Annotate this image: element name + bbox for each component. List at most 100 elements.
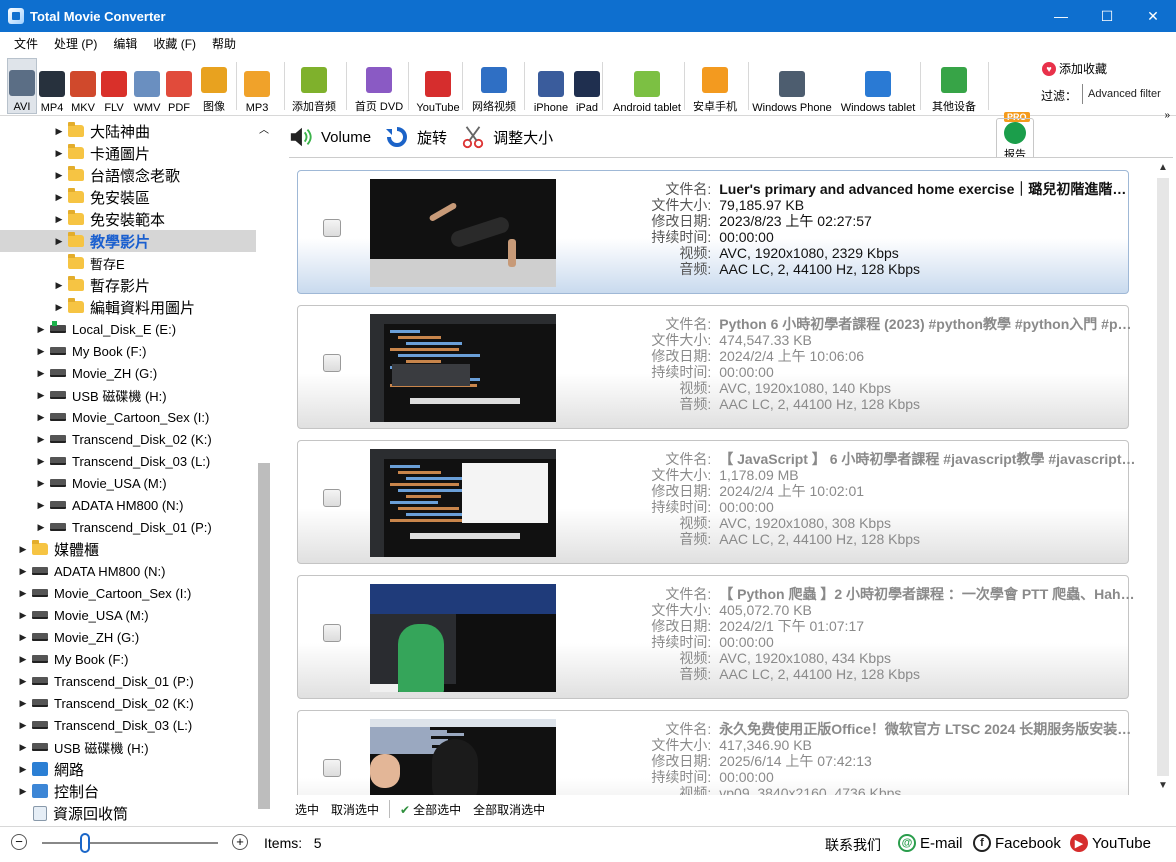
minimize-button[interactable]: — xyxy=(1038,0,1084,32)
file-card[interactable]: 文件名: Python 6 小時初學者課程 (2023) #python教學 #p… xyxy=(297,305,1136,429)
toolbar-iphone-button[interactable]: iPhone xyxy=(530,58,572,114)
file-card[interactable]: 文件名: 【 JavaScript 】 6 小時初學者課程 #javascript… xyxy=(297,440,1136,564)
menu-process[interactable]: 处理 (P) xyxy=(46,35,105,52)
expand-arrow-icon[interactable]: ▶ xyxy=(54,302,64,313)
toolbar-pdf-button[interactable]: PDF xyxy=(164,58,194,114)
expand-arrow-icon[interactable]: ▶ xyxy=(36,434,46,445)
tree-item[interactable]: ▶ Movie_USA (M:) xyxy=(0,472,167,494)
expand-arrow-icon[interactable]: ▶ xyxy=(18,764,28,775)
toolbar-dvd-button[interactable]: 首页 DVD xyxy=(350,58,408,114)
tree-item[interactable]: ▶ Movie_USA (M:) xyxy=(0,604,149,626)
tree-item[interactable]: ▶ 台語懷念老歌 xyxy=(0,164,180,186)
expand-arrow-icon[interactable]: ▶ xyxy=(54,170,64,181)
menu-edit[interactable]: 编辑 xyxy=(105,35,145,52)
file-card[interactable]: 文件名: 永久免费使用正版Office！微软官方 LTSC 2024 长期服务版安… xyxy=(297,710,1136,795)
toolbar-ipad-button[interactable]: iPad xyxy=(572,58,602,114)
expand-arrow-icon[interactable]: ▶ xyxy=(36,390,46,401)
zoom-slider-thumb[interactable] xyxy=(80,833,90,853)
tree-item[interactable]: ▶ 教學影片 xyxy=(0,230,256,252)
toolbar-mkv-doll-button[interactable]: MKV xyxy=(68,58,98,114)
expand-arrow-icon[interactable]: ▶ xyxy=(36,478,46,489)
deselect-button[interactable]: 取消选中 xyxy=(331,801,379,818)
expand-arrow-icon[interactable]: ▶ xyxy=(18,786,28,797)
toolbar-windows-button[interactable]: Windows tablet xyxy=(836,58,920,114)
toolbar-android-button[interactable]: Android tablet xyxy=(608,58,686,114)
youtube-link[interactable]: ▶ YouTube xyxy=(1070,834,1151,852)
file-checkbox[interactable] xyxy=(323,354,341,372)
tree-item[interactable]: ▶ 免安裝區 xyxy=(0,186,150,208)
tree-item[interactable]: ▶ Transcend_Disk_03 (L:) xyxy=(0,714,193,736)
expand-arrow-icon[interactable]: ▶ xyxy=(18,654,28,665)
toolbar-other-device-button[interactable]: 其他设备 xyxy=(926,58,982,114)
expand-arrow-icon[interactable]: ▶ xyxy=(18,632,28,643)
list-scroll-down-icon[interactable]: ▼ xyxy=(1158,780,1168,791)
tree-item[interactable]: ▶ 暫存影片 xyxy=(0,274,150,296)
expand-arrow-icon[interactable]: ▶ xyxy=(36,346,46,357)
select-button[interactable]: 选中 xyxy=(295,801,319,818)
tree-item[interactable]: ▶ My Book (F:) xyxy=(0,648,129,670)
tree-item[interactable]: ▶ Transcend_Disk_01 (P:) xyxy=(0,670,194,692)
contact-link[interactable]: 联系我们 xyxy=(825,835,881,855)
add-favorite-button[interactable]: ♥ 添加收藏 xyxy=(1042,60,1107,77)
expand-arrow-icon[interactable]: ▶ xyxy=(36,456,46,467)
rotate-button[interactable]: 旋转 xyxy=(385,125,447,149)
expand-arrow-icon[interactable]: ▶ xyxy=(36,324,46,335)
expand-arrow-icon[interactable]: ▶ xyxy=(18,698,28,709)
tree-item[interactable]: ▶ Transcend_Disk_01 (P:) xyxy=(0,516,212,538)
tree-scrollbar[interactable]: ︿ xyxy=(257,117,271,827)
tree-item[interactable]: ▶ 編輯資料用圖片 xyxy=(0,296,195,318)
menu-file[interactable]: 文件 xyxy=(6,35,46,52)
zoom-slider-track[interactable] xyxy=(42,842,218,844)
expand-arrow-icon[interactable]: ▶ xyxy=(36,500,46,511)
expand-arrow-icon[interactable]: ▶ xyxy=(54,236,64,247)
resize-button[interactable]: 调整大小 xyxy=(461,125,553,149)
expand-arrow-icon[interactable]: ▶ xyxy=(18,742,28,753)
tree-item[interactable]: ▶ Local_Disk_E (E:) xyxy=(0,318,176,340)
toolbar-add-audio-button[interactable]: 添加音频 xyxy=(288,58,340,114)
tree-item[interactable]: ▶ Transcend_Disk_02 (K:) xyxy=(0,428,212,450)
email-link[interactable]: @ E-mail xyxy=(898,834,963,852)
filter-input[interactable]: Advanced filter xyxy=(1082,84,1166,104)
tree-item[interactable]: ▶ 免安裝範本 xyxy=(0,208,165,230)
toolbar-flv-button[interactable]: FLV xyxy=(100,58,128,114)
toolbar-web-video-button[interactable]: 网络视频 xyxy=(466,58,522,114)
select-all-button[interactable]: ✔ 全部选中 xyxy=(400,801,461,818)
close-button[interactable]: ✕ xyxy=(1130,0,1176,32)
tree-item[interactable]: ▶ Movie_ZH (G:) xyxy=(0,362,158,384)
expand-arrow-icon[interactable]: ▶ xyxy=(18,566,28,577)
toolbar-windows-phone-button[interactable]: Windows Phone xyxy=(752,58,832,114)
toolbar-avi-button[interactable]: AVI xyxy=(7,58,37,114)
expand-arrow-icon[interactable]: ▶ xyxy=(54,280,64,291)
expand-arrow-icon[interactable]: ▶ xyxy=(36,368,46,379)
expand-arrow-icon[interactable]: ▶ xyxy=(18,588,28,599)
expand-arrow-icon[interactable]: ▶ xyxy=(54,126,64,137)
zoom-out-icon[interactable]: − xyxy=(11,834,27,850)
file-checkbox[interactable] xyxy=(323,219,341,237)
tree-item[interactable]: 資源回收筒 xyxy=(0,802,128,824)
tree-item[interactable]: ▶ 控制台 xyxy=(0,780,99,802)
tree-item[interactable]: ▶ 卡通圖片 xyxy=(0,142,150,164)
file-card[interactable]: 文件名: Luer's primary and advanced home exe… xyxy=(297,170,1136,294)
maximize-button[interactable]: ☐ xyxy=(1084,0,1130,32)
tree-item[interactable]: ▶ Transcend_Disk_03 (L:) xyxy=(0,450,211,472)
expand-arrow-icon[interactable]: ▶ xyxy=(18,676,28,687)
menu-favorites[interactable]: 收藏 (F) xyxy=(145,35,204,52)
tree-item[interactable]: ▶ 媒體櫃 xyxy=(0,538,99,560)
toolbar-mp3-note-button[interactable]: MP3 xyxy=(242,58,272,114)
expand-arrow-icon[interactable]: ▶ xyxy=(36,522,46,533)
expand-arrow-icon[interactable]: ▶ xyxy=(18,720,28,731)
tree-item[interactable]: ▶ 大陆神曲 xyxy=(0,120,150,142)
tree-item[interactable]: ▶ ADATA HM800 (N:) xyxy=(0,560,166,582)
file-checkbox[interactable] xyxy=(323,489,341,507)
tree-scroll-thumb[interactable] xyxy=(258,463,270,809)
facebook-link[interactable]: f Facebook xyxy=(973,834,1061,852)
volume-button[interactable]: Volume xyxy=(289,125,371,149)
expand-arrow-icon[interactable]: ▶ xyxy=(54,214,64,225)
expand-arrow-icon[interactable]: ▶ xyxy=(54,192,64,203)
expand-arrow-icon[interactable]: ▶ xyxy=(18,610,28,621)
tree-item[interactable]: ▶ ADATA HM800 (N:) xyxy=(0,494,184,516)
deselect-all-button[interactable]: 全部取消选中 xyxy=(473,801,545,818)
toolbar-image-pinwheel-button[interactable]: 图像 xyxy=(196,58,232,114)
file-checkbox[interactable] xyxy=(323,759,341,777)
tree-scroll-up-icon[interactable]: ︿ xyxy=(259,121,269,136)
